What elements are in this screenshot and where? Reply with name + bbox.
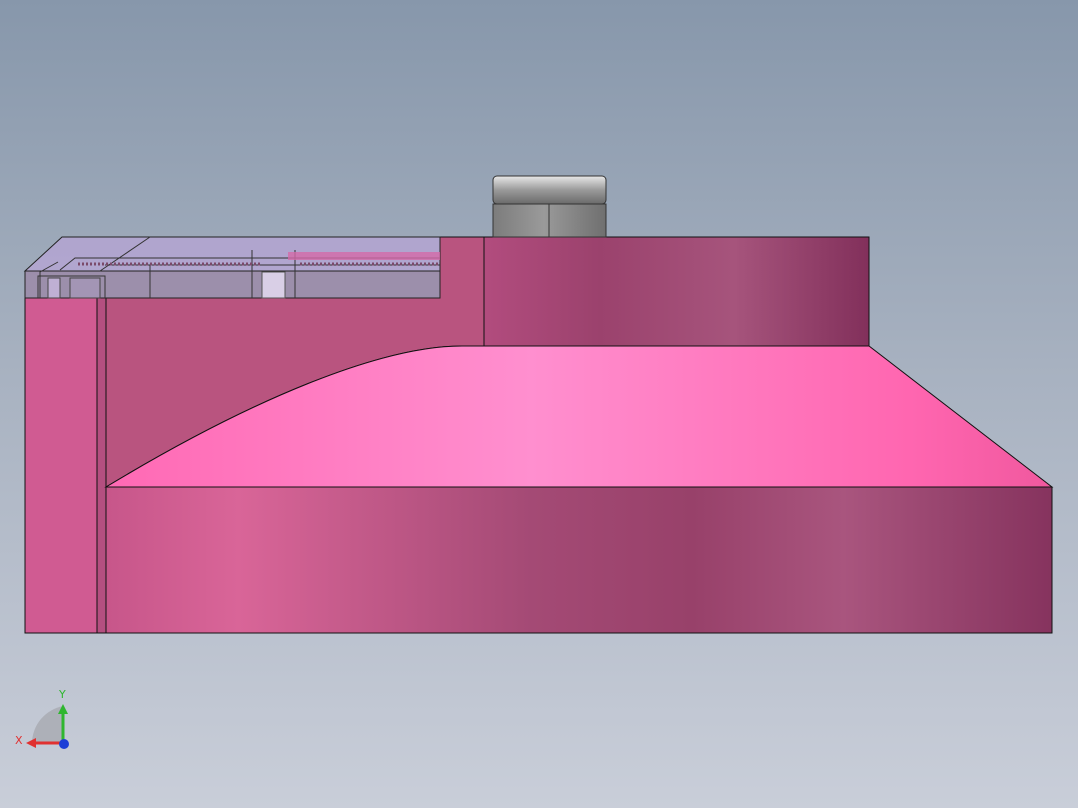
left-pillar-face bbox=[24, 297, 98, 634]
axis-triad[interactable]: Y X bbox=[12, 684, 82, 764]
hex-nut[interactable] bbox=[492, 175, 607, 238]
glass-enclosure[interactable] bbox=[23, 236, 441, 299]
z-axis-dot bbox=[59, 739, 69, 749]
x-axis-arrow bbox=[26, 738, 36, 748]
x-axis-label: X bbox=[15, 734, 23, 747]
glass-left-post bbox=[47, 277, 61, 299]
graphics-viewport[interactable]: Y X bbox=[0, 0, 1078, 808]
glass-cylinder bbox=[261, 271, 286, 299]
left-pillar-edge bbox=[96, 297, 107, 634]
back-block bbox=[483, 236, 870, 347]
nut-cap bbox=[492, 175, 607, 205]
y-axis-label: Y bbox=[58, 688, 66, 701]
glass-left-post-2 bbox=[69, 277, 101, 299]
front-base-face bbox=[105, 486, 1053, 634]
3d-model[interactable] bbox=[0, 0, 1078, 808]
pink-strip bbox=[288, 252, 440, 260]
